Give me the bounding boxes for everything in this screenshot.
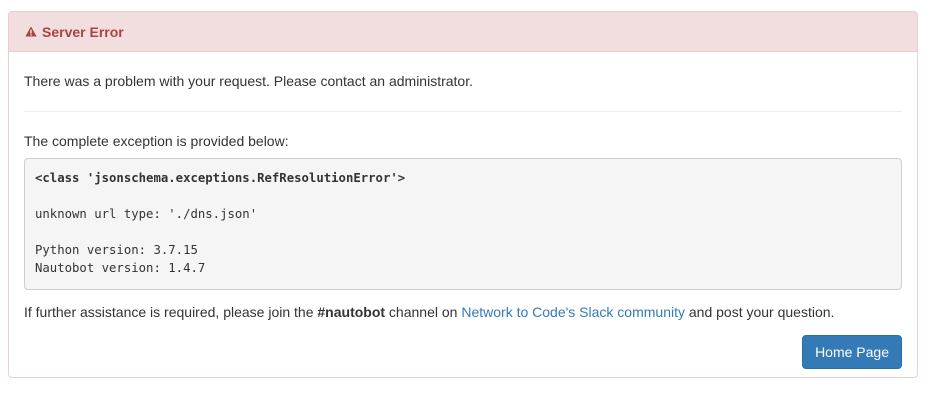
panel-title: Server Error <box>42 23 124 40</box>
assistance-middle: channel on <box>385 304 462 320</box>
python-version: Python version: 3.7.15 <box>35 243 198 257</box>
exception-class: <class 'jsonschema.exceptions.RefResolut… <box>35 171 406 185</box>
assistance-suffix: and post your question. <box>684 304 835 320</box>
channel-name: #nautobot <box>317 304 386 320</box>
slack-community-link[interactable]: Network to Code's Slack community <box>461 304 685 320</box>
assistance-prefix: If further assistance is required, pleas… <box>24 304 318 320</box>
button-row: Home Page <box>24 335 902 369</box>
nautobot-version: Nautobot version: 1.4.7 <box>35 261 206 275</box>
exception-message: unknown url type: './dns.json' <box>35 207 258 221</box>
assistance-text: If further assistance is required, pleas… <box>24 302 902 322</box>
panel-body: There was a problem with your request. P… <box>9 71 917 369</box>
divider <box>24 111 902 112</box>
error-message: There was a problem with your request. P… <box>24 73 473 89</box>
server-error-panel: Server Error There was a problem with yo… <box>8 11 918 378</box>
warning-icon <box>25 26 37 37</box>
panel-heading: Server Error <box>9 12 917 52</box>
home-page-button[interactable]: Home Page <box>802 335 902 369</box>
exception-block: <class 'jsonschema.exceptions.RefResolut… <box>24 158 902 290</box>
exception-intro: The complete exception is provided below… <box>24 133 289 149</box>
